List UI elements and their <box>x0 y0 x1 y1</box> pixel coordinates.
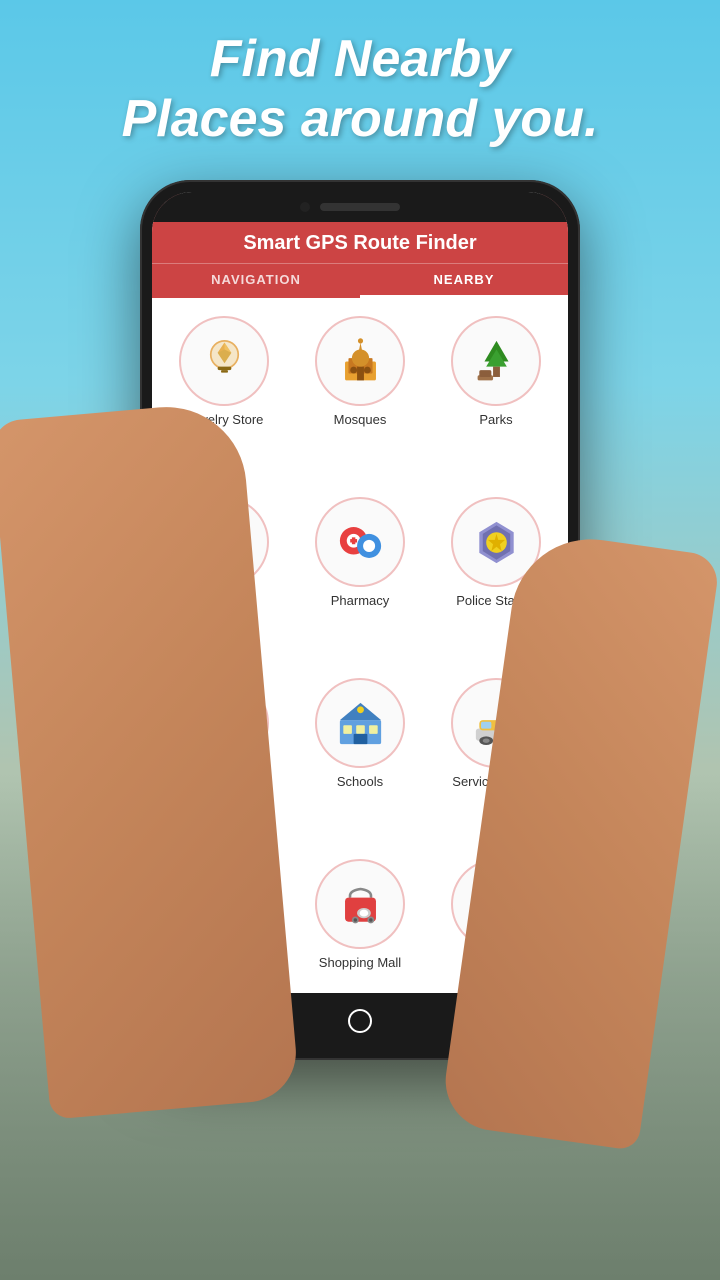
list-item[interactable]: Pharmacy <box>296 489 424 662</box>
list-item[interactable]: Parks <box>432 308 560 481</box>
shopping-icon-circle <box>315 859 405 949</box>
notch-camera <box>300 202 310 212</box>
header-line1: Find Nearby <box>0 30 720 90</box>
phone-notch <box>152 192 568 222</box>
school-icon-circle <box>315 678 405 768</box>
school-icon <box>333 696 388 751</box>
app-tabs: NAVIGATION NEARBY <box>152 263 568 298</box>
home-button[interactable] <box>345 1006 375 1036</box>
home-icon <box>348 1009 372 1033</box>
app-header: Smart GPS Route Finder NAVIGATION NEARBY <box>152 222 568 298</box>
school-label: Schools <box>337 774 383 789</box>
shopping-icon <box>333 877 388 932</box>
list-item[interactable]: Schools <box>296 670 424 843</box>
jewelry-icon <box>197 334 252 389</box>
header-text: Find Nearby Places around you. <box>0 30 720 150</box>
mosques-label: Mosques <box>334 412 387 427</box>
mosque-icon-circle <box>315 316 405 406</box>
notch-speaker <box>320 203 400 211</box>
pharmacy-label: Pharmacy <box>331 593 390 608</box>
app-title: Smart GPS Route Finder <box>152 232 568 263</box>
tab-nearby[interactable]: NEARBY <box>360 264 568 298</box>
police-icon <box>469 515 524 570</box>
pharmacy-icon-circle <box>315 497 405 587</box>
list-item[interactable]: Mosques <box>296 308 424 481</box>
shopping-label: Shopping Mall <box>319 955 401 970</box>
parks-label: Parks <box>479 412 512 427</box>
mosque-icon <box>333 334 388 389</box>
park-icon-circle <box>451 316 541 406</box>
pharmacy-icon <box>333 515 388 570</box>
jewelry-icon-circle <box>179 316 269 406</box>
park-icon <box>469 334 524 389</box>
tab-navigation[interactable]: NAVIGATION <box>152 264 360 298</box>
phone-wrapper: 🌐 📋 ✉ ▶ ⏭ 🔇 📶 27% 10:06 AM Smart GPS Rou… <box>140 180 580 1060</box>
header-line2: Places around you. <box>0 90 720 150</box>
